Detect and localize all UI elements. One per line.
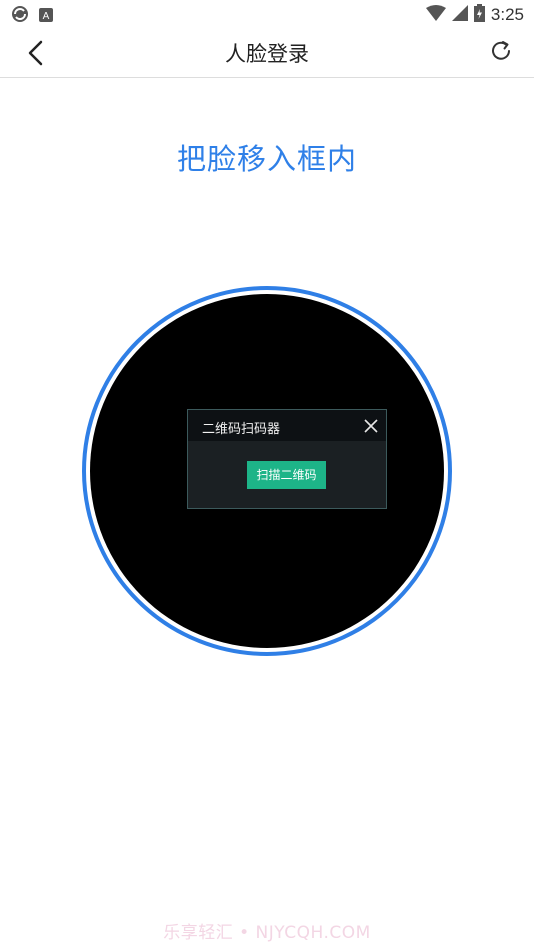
- dialog-header: 二维码扫码器: [188, 410, 386, 441]
- qr-scanner-dialog: 二维码扫码器 扫描二维码: [187, 409, 387, 509]
- dialog-title: 二维码扫码器: [202, 422, 281, 437]
- scan-qr-button[interactable]: 扫描二维码: [247, 461, 326, 489]
- close-button[interactable]: [364, 418, 378, 433]
- face-instruction: 把脸移入框内: [176, 142, 357, 176]
- refresh-button[interactable]: [488, 38, 514, 64]
- svg-text:A: A: [43, 11, 50, 22]
- nav-bar: 人脸登录: [0, 28, 534, 78]
- sync-icon: [11, 5, 29, 27]
- wifi-icon: [425, 5, 446, 25]
- watermark: 乐享轻汇 • NJYCQH.COM: [163, 923, 371, 943]
- status-bar: A 3:25: [0, 0, 534, 28]
- battery-icon: [473, 4, 485, 26]
- signal-icon: [451, 5, 468, 25]
- status-time: 3:25: [490, 5, 524, 24]
- refresh-icon: [492, 41, 510, 60]
- page-title: 人脸登录: [225, 42, 309, 66]
- text-a-icon: A: [39, 7, 53, 26]
- close-icon: [364, 419, 378, 433]
